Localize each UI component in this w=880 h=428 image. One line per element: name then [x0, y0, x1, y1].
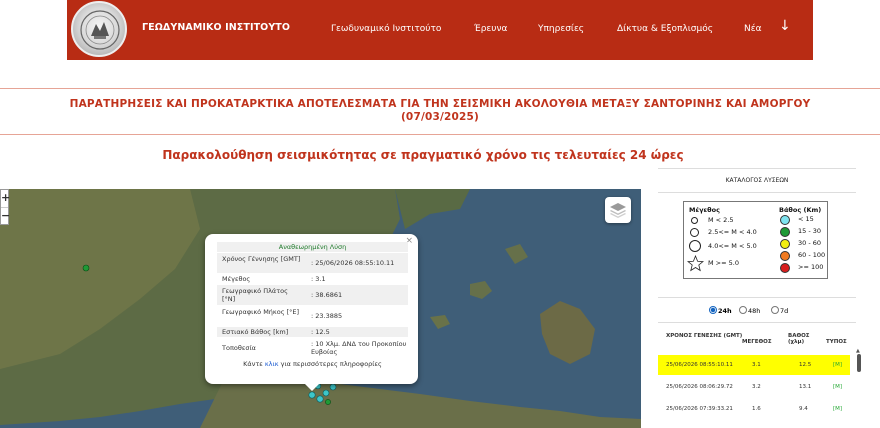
popup-value: : 23.3885 [311, 312, 343, 320]
cell-type: [M] [833, 384, 843, 390]
seal-icon [80, 10, 120, 50]
popup-value: : 10 Χλμ. ΔΝΔ του Προκοπίου Ευβοίας [311, 340, 407, 356]
more-info-link[interactable]: κλικ [265, 360, 279, 368]
cell-depth: 12.5 [799, 362, 812, 368]
legend-magnitude-label: M < 2.5 [708, 216, 734, 224]
radio-icon[interactable] [739, 306, 747, 314]
event-popup: × Αναθεωρημένη Λύση Χρόνος Γέννησης [GMT… [205, 234, 418, 391]
popup-label: Τοποθεσία [222, 344, 256, 352]
period-option-7d[interactable]: 7d [771, 306, 788, 315]
popup-footer-text: για περισσότερες πληροφορίες [278, 360, 382, 368]
depth-header: Βάθος (Km) [779, 206, 822, 214]
depth-color-swatch [780, 251, 790, 261]
nav-networks-equipment[interactable]: Δίκτυα & Εξοπλισμός [617, 24, 713, 34]
magnitude-small-icon [691, 217, 698, 224]
cell-depth: 13.1 [799, 384, 812, 390]
legend-depth-label: 15 - 30 [798, 227, 822, 235]
brand-title[interactable]: ΓΕΩΔΥΝΑΜΙΚΟ ΙΝΣΤΙΤΟΥΤΟ [142, 22, 290, 33]
legend-depth-label: >= 100 [798, 263, 824, 271]
table-row[interactable]: 25/06/2026 08:06:29.72 3.2 13.1 [M] [658, 377, 850, 397]
institute-logo[interactable] [71, 1, 127, 57]
zoom-out-button[interactable]: − [1, 207, 10, 224]
popup-label: Γεωγραφικό Μήκος [°E] [222, 308, 300, 316]
popup-footer-text: Κάντε [243, 360, 265, 368]
depth-color-swatch [780, 239, 790, 249]
magnitude-header: Μέγεθος [689, 206, 720, 214]
popup-row-latitude: Γεωγραφικό Πλάτος [°N] : 38.6861 [217, 285, 408, 305]
column-header-type[interactable]: ΤΥΠΟΣ [826, 339, 847, 345]
legend-depth-label: < 15 [798, 215, 814, 223]
period-option-24h[interactable]: 24h [709, 306, 732, 315]
column-header-magnitude[interactable]: ΜΕΓΕΘΟΣ [742, 339, 772, 345]
radio-icon[interactable] [771, 306, 779, 314]
popup-label: Γεωγραφικό Πλάτος [°N] [222, 287, 288, 303]
cell-depth: 9.4 [799, 406, 808, 412]
seismicity-map[interactable]: + − × Αναθεωρημένη Λύση Χρόνος Γέννησης … [0, 189, 641, 428]
cell-time: 25/06/2026 07:39:33.21 [666, 406, 733, 412]
layers-button[interactable] [605, 197, 631, 223]
popup-title: Αναθεωρημένη Λύση [217, 242, 408, 252]
period-label: 24h [718, 307, 732, 315]
zoom-control: + − [0, 189, 10, 225]
scrollbar-thumb[interactable] [857, 354, 861, 372]
popup-value: : 25/06/2026 08:55:10.11 [311, 259, 395, 267]
catalog-title: ΚΑΤΑΛΟΓΟΣ ΛΥΣΕΩΝ [658, 168, 856, 193]
layers-icon [610, 203, 626, 218]
popup-row-longitude: Γεωγραφικό Μήκος [°E] : 23.3885 [217, 306, 408, 326]
cell-magnitude: 1.6 [752, 406, 761, 412]
popup-label: Χρόνος Γέννησης [GMT] [222, 255, 301, 263]
arrow-down-icon[interactable]: ↓ [779, 18, 791, 34]
popup-row-depth: Εστιακό Βάθος [km] : 12.5 [217, 327, 408, 337]
section-subtitle: Παρακολούθηση σεισμικότητας σε πραγματικ… [162, 148, 684, 162]
zoom-in-button[interactable]: + [1, 190, 10, 207]
period-label: 7d [780, 307, 789, 315]
divider [0, 88, 880, 89]
column-header-time[interactable]: ΧΡΟΝΟΣ ΓΕΝΕΣΗΣ (GMT) [666, 333, 746, 339]
depth-color-swatch [780, 215, 790, 225]
legend-magnitude-label: 4.0<= M < 5.0 [708, 242, 757, 250]
page-headline: ΠΑΡΑΤΗΡΗΣΕΙΣ ΚΑΙ ΠΡΟΚΑΤΑΡΚΤΙΚΑ ΑΠΟΤΕΛΕΣΜ… [0, 98, 880, 124]
cell-type: [M] [833, 362, 843, 368]
depth-color-swatch [780, 227, 790, 237]
table-row[interactable]: 25/06/2026 08:55:10.11 3.1 12.5 [M] [658, 355, 850, 375]
cell-magnitude: 3.1 [752, 362, 761, 368]
table-row[interactable]: 25/06/2026 07:39:33.21 1.6 9.4 [M] [658, 399, 850, 419]
popup-value: : 3.1 [311, 275, 326, 283]
popup-value: : 38.6861 [311, 291, 343, 299]
nav-geodynamic-institute[interactable]: Γεωδυναμικό Ινστιτούτο [331, 24, 441, 34]
period-selector: 24h 48h 7d [658, 297, 856, 323]
star-icon [687, 255, 704, 272]
popup-value: : 12.5 [311, 328, 330, 336]
cell-magnitude: 3.2 [752, 384, 761, 390]
popup-row-magnitude: Μέγεθος : 3.1 [217, 274, 408, 284]
popup-label: Εστιακό Βάθος [km] [222, 328, 289, 336]
column-header-depth[interactable]: ΒΑΘΟΣ (χλμ) [788, 333, 814, 345]
nav-research[interactable]: Έρευνα [474, 24, 507, 34]
popup-label: Μέγεθος [222, 275, 251, 283]
cell-time: 25/06/2026 08:06:29.72 [666, 384, 733, 390]
magnitude-medium-icon [690, 228, 699, 237]
legend-box: Μέγεθος Βάθος (Km) M < 2.5 2.5<= M < 4.0… [683, 201, 828, 279]
legend-depth-label: 60 - 100 [798, 251, 826, 259]
legend-depth-label: 30 - 60 [798, 239, 822, 247]
cell-type: [M] [833, 406, 843, 412]
cell-time: 25/06/2026 08:55:10.11 [666, 362, 733, 368]
legend-magnitude-label: 2.5<= M < 4.0 [708, 228, 757, 236]
popup-row-origin-time: Χρόνος Γέννησης [GMT] : 25/06/2026 08:55… [217, 253, 408, 273]
divider [0, 134, 880, 135]
period-option-48h[interactable]: 48h [739, 306, 760, 315]
depth-color-swatch [780, 263, 790, 273]
popup-footer: Κάντε κλικ για περισσότερες πληροφορίες [217, 360, 408, 369]
nav-services[interactable]: Υπηρεσίες [538, 24, 584, 34]
period-label: 48h [748, 307, 761, 315]
top-navigation-bar: ΓΕΩΔΥΝΑΜΙΚΟ ΙΝΣΤΙΤΟΥΤΟ Γεωδυναμικό Ινστι… [67, 0, 813, 60]
solutions-panel: ΚΑΤΑΛΟΓΟΣ ΛΥΣΕΩΝ Μέγεθος Βάθος (Km) M < … [658, 168, 861, 428]
headline-line-1: ΠΑΡΑΤΗΡΗΣΕΙΣ ΚΑΙ ΠΡΟΚΑΤΑΡΚΤΙΚΑ ΑΠΟΤΕΛΕΣΜ… [69, 98, 811, 110]
headline-line-2: (07/03/2025) [400, 111, 480, 123]
nav-news[interactable]: Νέα [744, 24, 762, 34]
radio-checked-icon[interactable] [709, 306, 717, 314]
magnitude-large-icon [689, 240, 701, 252]
legend-magnitude-label: M >= 5.0 [708, 259, 739, 267]
popup-row-location: Τοποθεσία : 10 Χλμ. ΔΝΔ του Προκοπίου Ευ… [217, 338, 408, 358]
